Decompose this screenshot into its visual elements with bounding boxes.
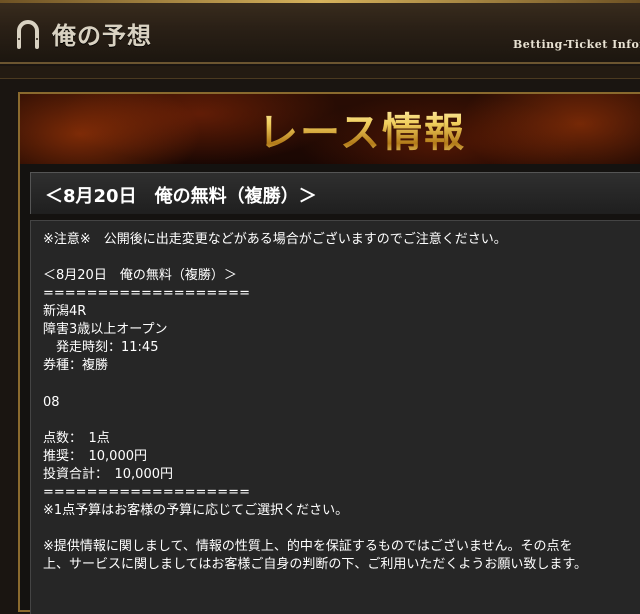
site-header: 俺の予想 Betting-Ticket Infor — [0, 0, 640, 64]
separator-line: =================== — [43, 286, 250, 301]
site-title[interactable]: 俺の予想 — [52, 16, 152, 51]
budget-note: ※1点予算はお客様の予算に応じてご選択ください。 — [43, 503, 349, 518]
disclaimer-line-1: ※提供情報に関しまして、情報の性質上、的中を保証するものではございません。その点… — [43, 539, 573, 554]
start-time: 発走時刻：11:45 — [43, 340, 159, 355]
race-info-panel: レース情報 ＜8月20日 俺の無料（複勝）＞ ※注意※ 公開後に出走変更などがあ… — [18, 92, 640, 614]
banner-title: レース情報 — [258, 100, 466, 158]
pick-number: 08 — [43, 395, 60, 410]
race-name: 障害3歳以上オープン — [43, 322, 168, 337]
disclaimer-line-2: 上、サービスに関しましてはお客様ご自身の判断の下、ご利用いただくようお願い致しま… — [43, 557, 588, 572]
post-content: ※注意※ 公開後に出走変更などがある場合がございますのでご注意ください。 ＜8月… — [30, 220, 640, 614]
points-count: 点数： 1点 — [43, 431, 110, 446]
header-stripe — [0, 66, 640, 79]
post-heading: ＜8月20日 俺の無料（複勝）＞ — [45, 186, 317, 207]
horseshoe-icon — [17, 20, 39, 49]
post-title-line: ＜8月20日 俺の無料（複勝）＞ — [43, 268, 237, 283]
race-venue: 新潟4R — [43, 304, 87, 319]
post-heading-bar: ＜8月20日 俺の無料（複勝）＞ — [30, 172, 640, 214]
race-info-banner: レース情報 — [20, 94, 640, 164]
notice-line: ※注意※ 公開後に出走変更などがある場合がございますのでご注意ください。 — [43, 232, 507, 247]
recommended-amount: 推奨： 10,000円 — [43, 449, 147, 464]
separator-line: =================== — [43, 485, 250, 500]
total-investment: 投資合計： 10,000円 — [43, 467, 173, 482]
header-gold-line — [0, 0, 640, 3]
site-tagline: Betting-Ticket Infor — [513, 38, 640, 51]
ticket-type: 券種：複勝 — [43, 358, 109, 373]
